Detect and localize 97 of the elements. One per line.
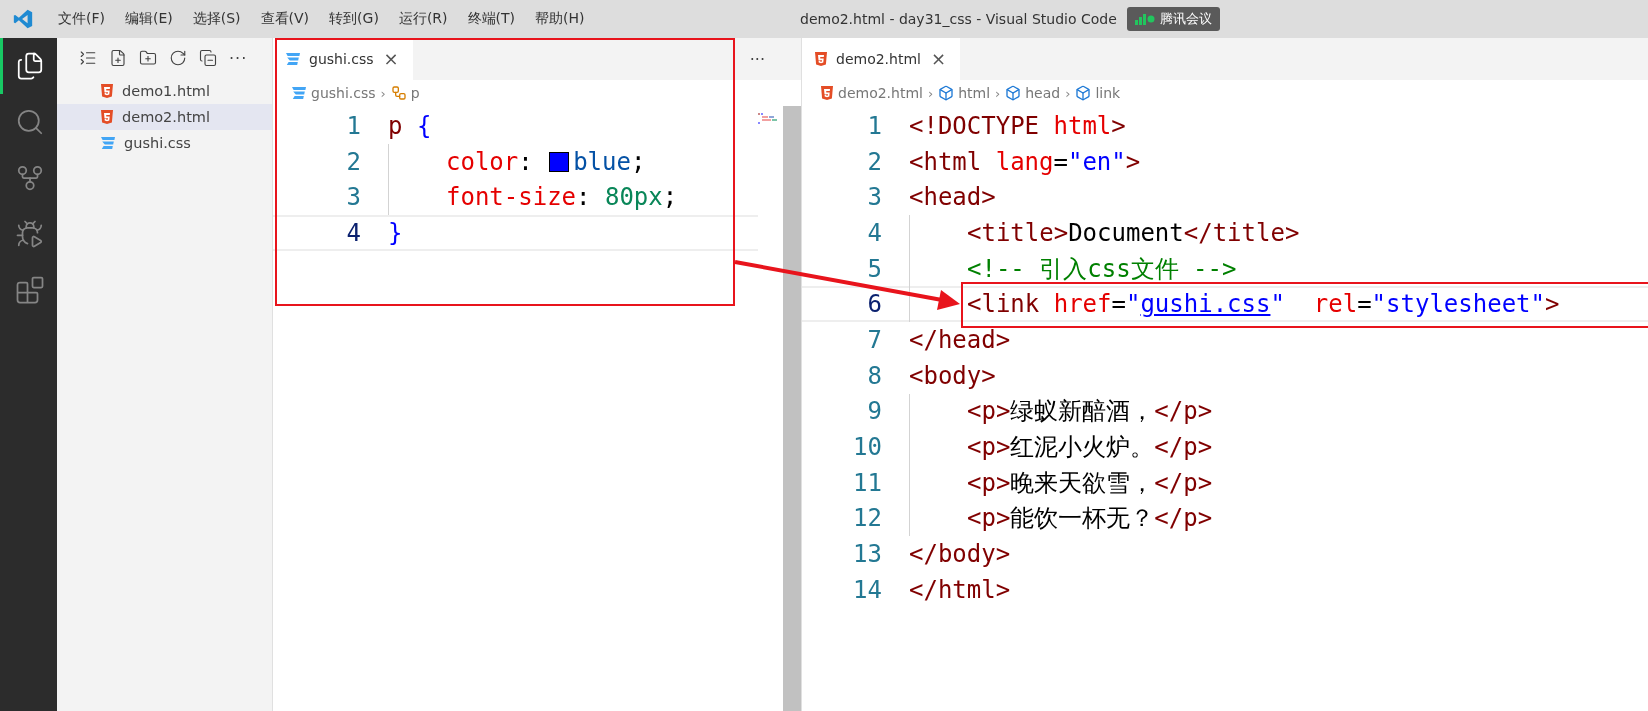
code-text: <!-- 引入css文件 --> — [967, 253, 1237, 285]
close-icon[interactable]: × — [381, 50, 401, 68]
menu-item[interactable]: 编辑(E) — [115, 10, 183, 28]
line-number: 10 — [852, 433, 882, 462]
new-file-icon[interactable] — [109, 49, 127, 67]
line-number: 14 — [852, 575, 882, 604]
menu-item[interactable]: 帮助(H) — [525, 10, 595, 28]
line-number: 12 — [852, 504, 882, 533]
code-text: <link href="gushi.css" rel="stylesheet"> — [967, 290, 1560, 319]
chevron-icon: › — [1065, 85, 1071, 101]
cube-icon — [1005, 85, 1022, 101]
code-text: <p>红泥小火炉。</p> — [967, 432, 1213, 464]
search-icon — [15, 107, 45, 137]
code-text: <p>绿蚁新醅酒，</p> — [967, 396, 1213, 428]
code-text: </head> — [909, 325, 1011, 354]
chevron-icon: › — [995, 85, 1001, 101]
breadcrumb-item[interactable]: html — [958, 85, 991, 101]
new-folder-icon[interactable] — [139, 49, 157, 67]
line-number: 3 — [866, 183, 882, 212]
file-name: demo1.html — [122, 83, 210, 99]
line-number: 11 — [852, 468, 882, 497]
refresh-icon[interactable] — [169, 49, 187, 67]
code-text: <body> — [909, 361, 996, 390]
html-file-icon — [820, 85, 834, 101]
css-file-icon — [291, 86, 307, 100]
html-file-icon — [100, 83, 114, 99]
file-name: gushi.css — [124, 135, 191, 151]
html-file-icon — [814, 51, 828, 67]
css-file-icon — [285, 52, 301, 66]
code-text: </body> — [909, 540, 1011, 569]
menu-item[interactable]: 运行(R) — [388, 10, 458, 28]
line-number: 4 — [866, 218, 882, 247]
tab-label: demo2.html — [836, 51, 921, 67]
blocks-icon — [15, 275, 45, 305]
window-title: demo2.html - day31_css - Visual Studio Code — [800, 11, 1117, 27]
cube-icon — [938, 85, 955, 101]
line-number: 8 — [866, 361, 882, 390]
code-text: <p>能饮一杯无？</p> — [967, 503, 1213, 535]
file-item[interactable]: gushi.css — [57, 130, 272, 156]
branch-icon — [15, 163, 45, 193]
code-text: blue; — [573, 147, 646, 176]
breadcrumb-item[interactable]: gushi.css — [311, 85, 376, 101]
meeting-badge[interactable]: 腾讯会议 — [1126, 7, 1220, 31]
symbol-icon — [390, 85, 407, 101]
line-number: 1 — [345, 111, 361, 140]
breadcrumb-item[interactable]: link — [1095, 85, 1121, 101]
editor-tab[interactable]: demo2.html × — [802, 38, 961, 80]
color-swatch[interactable] — [549, 151, 570, 172]
file-item[interactable]: demo1.html — [57, 78, 272, 104]
chevron-icon: › — [380, 85, 386, 101]
line-number: 2 — [866, 147, 882, 176]
code-text: <title>Document</title> — [967, 218, 1300, 247]
scrollbar[interactable] — [783, 106, 801, 711]
code-text: </html> — [909, 575, 1011, 604]
breadcrumb-item[interactable]: head — [1025, 85, 1061, 101]
code-link[interactable]: gushi.css — [1140, 290, 1271, 319]
line-number: 13 — [852, 540, 882, 569]
code-text: <p>晚来天欲雪，</p> — [967, 467, 1213, 499]
code-text: p { — [388, 111, 432, 140]
html-file-icon — [100, 109, 114, 125]
line-number: 7 — [866, 325, 882, 354]
editor-tab[interactable]: gushi.css × — [273, 38, 413, 80]
line-number: 9 — [866, 397, 882, 426]
menu-item[interactable]: 终端(T) — [457, 10, 525, 28]
menu-item[interactable]: 转到(G) — [319, 10, 389, 28]
css-file-icon — [100, 136, 116, 150]
collapse-icon[interactable] — [199, 49, 217, 67]
bug-play-icon — [15, 219, 45, 249]
chevron-icon: › — [927, 85, 934, 101]
line-number: 1 — [866, 111, 882, 140]
code-text: font-size: 80px; — [446, 183, 678, 212]
more-actions[interactable]: ··· — [749, 38, 801, 80]
cube-icon — [1075, 85, 1092, 101]
file-name: demo2.html — [122, 109, 210, 125]
line-number: 3 — [345, 183, 361, 212]
line-number: 4 — [345, 218, 361, 247]
app-logo — [12, 8, 34, 30]
menu-item[interactable]: 查看(V) — [250, 10, 320, 28]
code-text: <!DOCTYPE html> — [909, 111, 1126, 140]
line-number: 5 — [866, 254, 882, 283]
breadcrumb-item[interactable]: p — [410, 85, 420, 101]
code-text: <head> — [909, 183, 996, 212]
code-text: color: — [446, 147, 534, 176]
more-actions[interactable]: ··· — [229, 48, 248, 68]
menu-item[interactable]: 文件(F) — [48, 10, 115, 28]
line-number: 2 — [345, 147, 361, 176]
signal-icon — [1134, 13, 1155, 25]
menu-item[interactable]: 选择(S) — [182, 10, 251, 28]
close-icon[interactable]: × — [928, 50, 949, 68]
files-icon — [15, 51, 45, 81]
tab-label: gushi.css — [309, 51, 374, 67]
code-text: <html lang="en"> — [909, 147, 1141, 176]
line-number: 6 — [866, 290, 882, 319]
list-icon[interactable] — [79, 49, 97, 67]
file-item[interactable]: demo2.html — [57, 104, 272, 130]
breadcrumb-item[interactable]: demo2.html — [838, 85, 923, 101]
code-text: } — [388, 218, 403, 247]
